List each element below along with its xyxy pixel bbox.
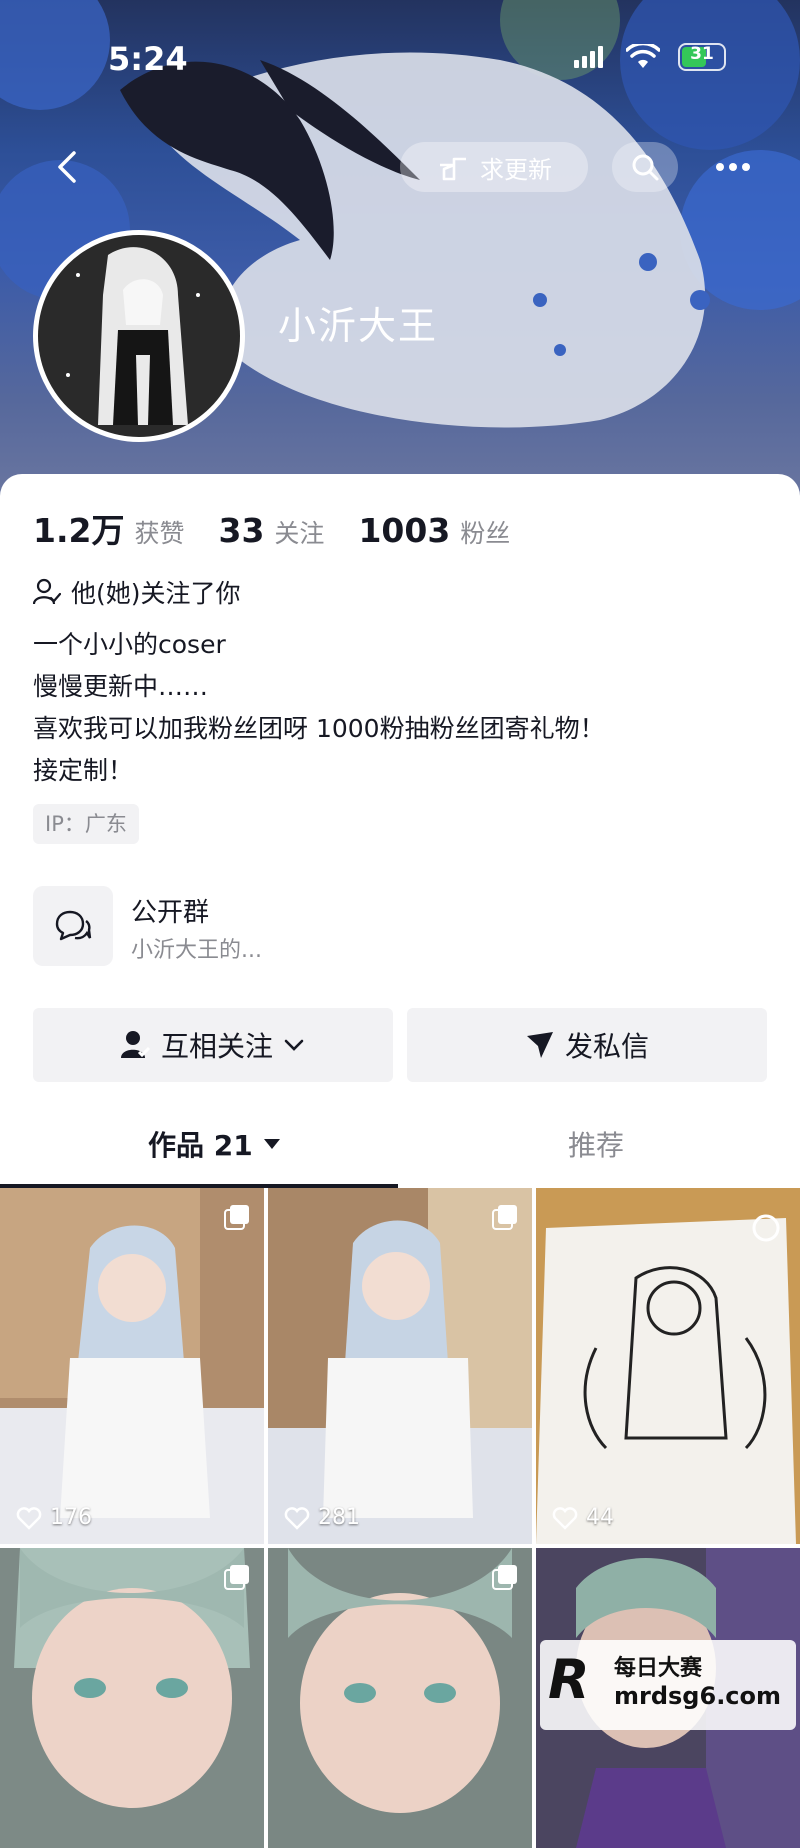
post-thumbnail[interactable] bbox=[268, 1548, 532, 1848]
send-message-label: 发私信 bbox=[564, 1030, 649, 1063]
watermark-url: mrdsg6.com bbox=[614, 1682, 782, 1710]
bio-line: 喜欢我可以加我粉丝团呀 1000粉抽粉丝团寄礼物！ bbox=[33, 714, 605, 743]
public-group-entry[interactable]: 公开群 小沂大王的... bbox=[33, 886, 733, 968]
more-dots-icon bbox=[716, 163, 750, 171]
multi-image-icon bbox=[224, 1564, 250, 1594]
more-button[interactable] bbox=[700, 142, 766, 192]
chevron-left-icon bbox=[58, 151, 76, 183]
search-button[interactable] bbox=[612, 142, 678, 192]
multi-image-icon bbox=[492, 1564, 518, 1594]
post-image bbox=[0, 1188, 264, 1544]
stat-value: 33 bbox=[218, 511, 265, 550]
request-update-label: 求更新 bbox=[480, 155, 552, 184]
mutual-follow-button[interactable]: 互相关注 bbox=[33, 1008, 393, 1082]
post-thumbnail[interactable]: 281 bbox=[268, 1188, 532, 1544]
ip-location-tag: IP：广东 bbox=[33, 804, 139, 844]
like-count-value: 281 bbox=[318, 1505, 360, 1530]
tab-works-label: 作品 21 bbox=[148, 1129, 253, 1162]
caret-down-icon bbox=[263, 1139, 280, 1149]
status-bar: 5:24 31 bbox=[0, 0, 800, 110]
stat-likes[interactable]: 1.2万 获赞 bbox=[33, 504, 184, 552]
watermark-logo: R bbox=[548, 1648, 590, 1711]
tab-recommend[interactable]: 推荐 bbox=[568, 1124, 624, 1164]
heart-icon bbox=[284, 1506, 310, 1530]
avatar-image bbox=[38, 235, 240, 437]
stat-label: 粉丝 bbox=[460, 519, 511, 548]
stat-value: 1.2万 bbox=[33, 511, 125, 550]
multi-image-icon bbox=[224, 1204, 250, 1234]
content-tabs: 作品 21 推荐 bbox=[0, 1114, 800, 1190]
avatar[interactable] bbox=[33, 230, 245, 442]
stat-following[interactable]: 33 关注 bbox=[218, 511, 324, 550]
like-count: 281 bbox=[284, 1505, 360, 1530]
request-update-button[interactable]: 求更新 bbox=[400, 142, 588, 192]
bio-line: 一个小小的coser bbox=[33, 630, 226, 659]
bio-line: 慢慢更新中…… bbox=[33, 672, 209, 701]
chevron-down-icon bbox=[284, 1039, 304, 1051]
heart-icon bbox=[16, 1506, 42, 1530]
stat-label: 关注 bbox=[274, 519, 325, 548]
post-image bbox=[268, 1188, 532, 1544]
wifi-icon bbox=[626, 44, 660, 68]
status-time: 5:24 bbox=[108, 40, 188, 78]
profile-stats: 1.2万 获赞 33 关注 1003 粉丝 bbox=[33, 504, 544, 552]
profile-card: 1.2万 获赞 33 关注 1003 粉丝 他(她)关注了你 一个小小的cose… bbox=[0, 474, 800, 1848]
post-image bbox=[536, 1188, 800, 1544]
bio-line: 接定制！ bbox=[33, 756, 134, 785]
post-thumbnail[interactable]: 44 bbox=[536, 1188, 800, 1544]
like-count: 44 bbox=[552, 1505, 614, 1530]
like-count-value: 44 bbox=[586, 1505, 614, 1530]
watermark-title: 每日大赛 bbox=[614, 1656, 703, 1681]
user-follow-icon bbox=[120, 1031, 151, 1058]
profile-name: 小沂大王 bbox=[278, 304, 439, 348]
post-thumbnail[interactable]: 176 bbox=[0, 1188, 264, 1544]
multi-image-icon bbox=[492, 1204, 518, 1234]
group-subtitle: 小沂大王的... bbox=[131, 938, 262, 963]
like-count: 176 bbox=[16, 1505, 92, 1530]
follows-you-indicator: 他(她)关注了你 bbox=[33, 574, 241, 610]
profile-cover: 5:24 31 求更新 小沂大王 bbox=[0, 0, 800, 500]
send-icon bbox=[526, 1032, 553, 1058]
heart-icon bbox=[552, 1506, 578, 1530]
group-title: 公开群 bbox=[131, 898, 210, 928]
post-thumbnail[interactable] bbox=[0, 1548, 264, 1848]
profile-bio: 一个小小的coser 慢慢更新中…… 喜欢我可以加我粉丝团呀 1000粉抽粉丝团… bbox=[33, 624, 605, 792]
cellular-signal-icon bbox=[574, 46, 603, 68]
tab-works[interactable]: 作品 21 bbox=[148, 1124, 281, 1164]
user-check-icon bbox=[33, 578, 61, 605]
back-button[interactable] bbox=[42, 142, 92, 192]
search-icon bbox=[632, 154, 659, 181]
like-count-value: 176 bbox=[50, 1505, 92, 1530]
stat-label: 获赞 bbox=[134, 519, 185, 548]
watermark: R 每日大赛 mrdsg6.com bbox=[540, 1640, 796, 1730]
mutual-follow-label: 互相关注 bbox=[160, 1030, 273, 1063]
battery-level: 31 bbox=[690, 44, 714, 64]
battery-icon: 31 bbox=[678, 43, 726, 71]
group-chat-icon bbox=[33, 886, 113, 966]
pointing-hand-icon bbox=[440, 157, 466, 181]
stat-value: 1003 bbox=[358, 511, 451, 550]
follows-you-text: 他(她)关注了你 bbox=[71, 579, 241, 608]
stat-followers[interactable]: 1003 粉丝 bbox=[358, 511, 510, 550]
send-message-button[interactable]: 发私信 bbox=[407, 1008, 767, 1082]
